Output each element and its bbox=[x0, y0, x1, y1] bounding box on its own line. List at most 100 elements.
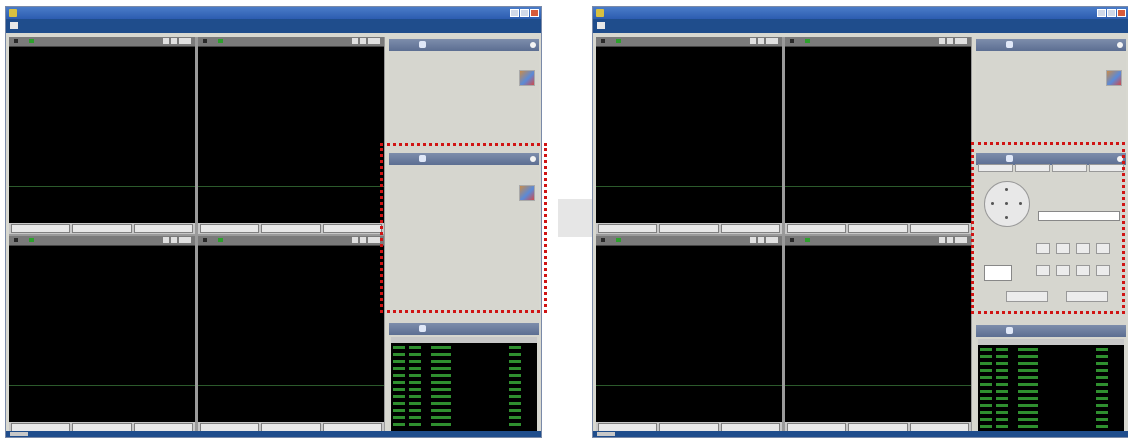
server-logo-icon bbox=[1106, 70, 1122, 86]
log-row[interactable] bbox=[978, 403, 1124, 410]
snapshot-icon[interactable] bbox=[352, 237, 358, 243]
camera-button[interactable] bbox=[598, 224, 658, 233]
minimize-button[interactable] bbox=[510, 9, 519, 17]
collapse-icon[interactable] bbox=[530, 42, 536, 48]
log-row[interactable] bbox=[978, 424, 1124, 431]
log-cell bbox=[431, 409, 451, 412]
camera-button[interactable] bbox=[72, 224, 132, 233]
fullscreen-button[interactable] bbox=[766, 38, 778, 44]
minimize-button[interactable] bbox=[1097, 9, 1106, 17]
camera-tools bbox=[939, 237, 967, 243]
fullscreen-button[interactable] bbox=[368, 38, 380, 44]
log-row[interactable] bbox=[391, 352, 537, 359]
log-row[interactable] bbox=[391, 394, 537, 401]
camera-status-icon bbox=[805, 238, 810, 242]
maximize-button[interactable] bbox=[520, 9, 529, 17]
camera-button[interactable] bbox=[200, 224, 260, 233]
log-row[interactable] bbox=[978, 354, 1124, 361]
log-row[interactable] bbox=[978, 382, 1124, 389]
log-row[interactable] bbox=[391, 373, 537, 380]
camera-view[interactable] bbox=[198, 236, 384, 433]
camera-button[interactable] bbox=[11, 224, 71, 233]
camera-view[interactable] bbox=[9, 37, 195, 234]
panel-icon bbox=[419, 325, 426, 332]
log-row[interactable] bbox=[978, 361, 1124, 368]
log-row[interactable] bbox=[391, 401, 537, 408]
camera-button[interactable] bbox=[133, 224, 193, 233]
log-row[interactable] bbox=[391, 408, 537, 415]
maximize-button[interactable] bbox=[1107, 9, 1116, 17]
camera-view[interactable] bbox=[785, 37, 971, 234]
camera-view[interactable] bbox=[9, 236, 195, 433]
camera-view[interactable] bbox=[785, 236, 971, 433]
close-button[interactable] bbox=[1117, 9, 1126, 17]
panel-header[interactable] bbox=[389, 323, 539, 335]
log-row[interactable] bbox=[391, 415, 537, 422]
camera-button[interactable] bbox=[909, 224, 969, 233]
log-row[interactable] bbox=[391, 422, 537, 429]
log-row[interactable] bbox=[978, 368, 1124, 375]
log-row[interactable] bbox=[978, 417, 1124, 424]
log-cell bbox=[996, 348, 1008, 351]
log-row[interactable] bbox=[391, 366, 537, 373]
fullscreen-button[interactable] bbox=[179, 38, 191, 44]
camera-button[interactable] bbox=[787, 224, 847, 233]
panel-header[interactable] bbox=[389, 39, 539, 51]
camera-button[interactable] bbox=[659, 224, 719, 233]
snapshot-icon[interactable] bbox=[750, 38, 756, 44]
event-log[interactable] bbox=[391, 337, 537, 431]
camera-view[interactable] bbox=[596, 37, 782, 234]
log-row[interactable] bbox=[978, 389, 1124, 396]
camera-button[interactable] bbox=[261, 224, 321, 233]
record-icon[interactable] bbox=[758, 237, 764, 243]
snapshot-icon[interactable] bbox=[939, 237, 945, 243]
fullscreen-button[interactable] bbox=[955, 237, 967, 243]
record-icon[interactable] bbox=[360, 38, 366, 44]
status-indicator bbox=[10, 432, 28, 436]
snapshot-icon[interactable] bbox=[939, 38, 945, 44]
fullscreen-button[interactable] bbox=[368, 237, 380, 243]
panel-header[interactable] bbox=[976, 39, 1126, 51]
camera-button[interactable] bbox=[322, 224, 382, 233]
log-cell bbox=[509, 381, 521, 384]
log-row[interactable] bbox=[978, 396, 1124, 403]
window-controls bbox=[1097, 9, 1126, 17]
record-icon[interactable] bbox=[947, 237, 953, 243]
collapse-icon[interactable] bbox=[1117, 42, 1123, 48]
log-row[interactable] bbox=[391, 380, 537, 387]
camera-view[interactable] bbox=[596, 236, 782, 433]
log-row[interactable] bbox=[391, 387, 537, 394]
app-icon bbox=[596, 9, 604, 17]
snapshot-icon[interactable] bbox=[163, 38, 169, 44]
camera-button[interactable] bbox=[848, 224, 908, 233]
log-row[interactable] bbox=[391, 359, 537, 366]
log-cell bbox=[1018, 355, 1038, 358]
event-log[interactable] bbox=[978, 339, 1124, 431]
record-icon[interactable] bbox=[171, 38, 177, 44]
record-icon[interactable] bbox=[360, 237, 366, 243]
log-row[interactable] bbox=[391, 345, 537, 352]
menu-icon[interactable] bbox=[10, 22, 18, 29]
log-cell bbox=[509, 346, 521, 349]
menu-icon[interactable] bbox=[597, 22, 605, 29]
log-cell bbox=[509, 353, 521, 356]
log-cell bbox=[980, 411, 992, 414]
panel-header[interactable] bbox=[976, 325, 1126, 337]
log-row[interactable] bbox=[978, 347, 1124, 354]
snapshot-icon[interactable] bbox=[163, 237, 169, 243]
snapshot-icon[interactable] bbox=[750, 237, 756, 243]
snapshot-icon[interactable] bbox=[352, 38, 358, 44]
log-row[interactable] bbox=[978, 410, 1124, 417]
record-icon[interactable] bbox=[947, 38, 953, 44]
log-cell bbox=[1096, 362, 1108, 365]
fullscreen-button[interactable] bbox=[955, 38, 967, 44]
log-row[interactable] bbox=[978, 375, 1124, 382]
close-button[interactable] bbox=[530, 9, 539, 17]
fullscreen-button[interactable] bbox=[766, 237, 778, 243]
record-icon[interactable] bbox=[171, 237, 177, 243]
record-icon[interactable] bbox=[758, 38, 764, 44]
camera-view[interactable] bbox=[198, 37, 384, 234]
fullscreen-button[interactable] bbox=[179, 237, 191, 243]
camera-button[interactable] bbox=[720, 224, 780, 233]
camera-tools bbox=[352, 38, 380, 44]
